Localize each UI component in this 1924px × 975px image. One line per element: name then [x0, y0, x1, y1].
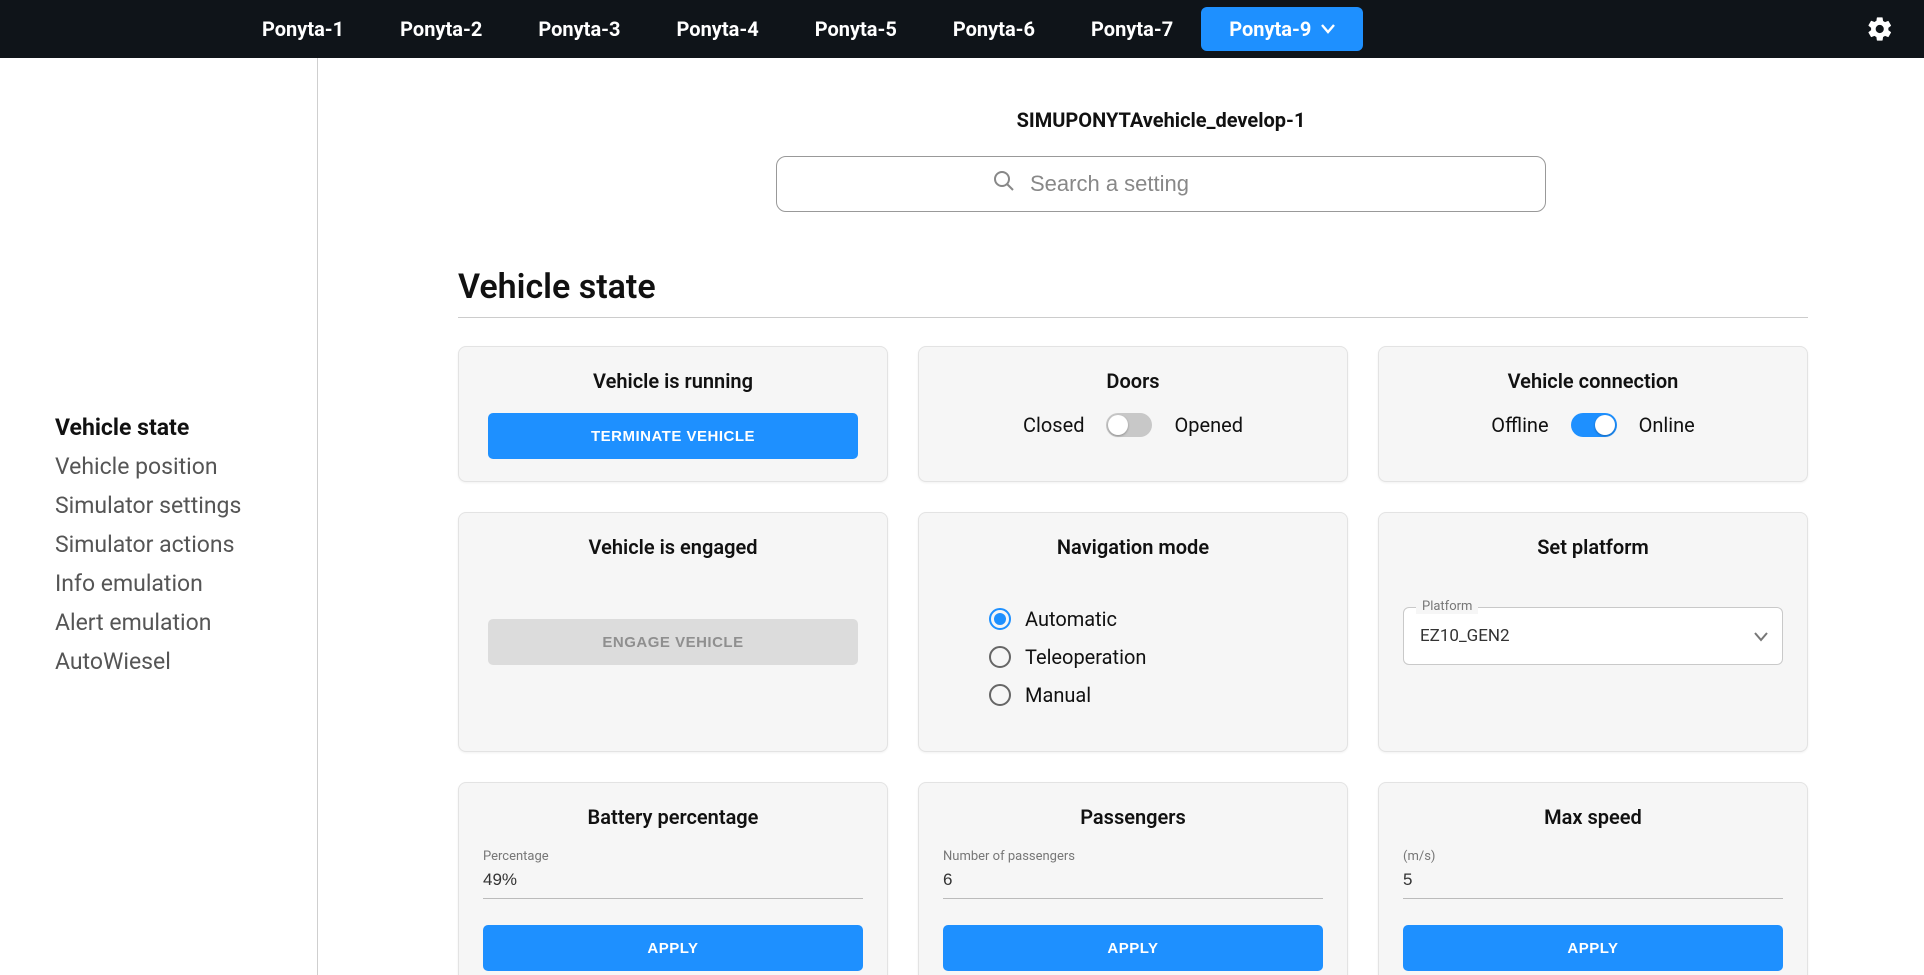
sidebar-item-info-emulation[interactable]: Info emulation — [55, 564, 317, 603]
platform-select-value: EZ10_GEN2 — [1420, 626, 1510, 646]
card-navigation-mode: Navigation mode Automatic Teleoperation … — [918, 512, 1348, 752]
doors-closed-label: Closed — [1023, 413, 1085, 437]
card-title: Vehicle is engaged — [483, 535, 863, 559]
radio-label: Automatic — [1025, 607, 1117, 631]
settings-gear-icon[interactable] — [1860, 9, 1900, 49]
search-icon — [992, 169, 1016, 199]
radio-icon — [989, 684, 1011, 706]
card-title: Max speed — [1403, 805, 1783, 829]
navmode-option-automatic[interactable]: Automatic — [989, 607, 1323, 631]
search-box[interactable] — [776, 156, 1546, 212]
sidebar-item-simulator-settings[interactable]: Simulator settings — [55, 486, 317, 525]
card-title: Navigation mode — [943, 535, 1323, 559]
maxspeed-field-label: (m/s) — [1403, 849, 1783, 864]
connection-offline-label: Offline — [1491, 413, 1548, 437]
card-title: Passengers — [943, 805, 1323, 829]
tab-ponyta-2[interactable]: Ponyta-2 — [372, 7, 510, 51]
card-vehicle-engaged: Vehicle is engaged ENGAGE VEHICLE — [458, 512, 888, 752]
connection-toggle[interactable] — [1571, 413, 1617, 437]
battery-apply-button[interactable]: APPLY — [483, 925, 863, 971]
maxspeed-apply-button[interactable]: APPLY — [1403, 925, 1783, 971]
card-max-speed: Max speed (m/s) APPLY — [1378, 782, 1808, 975]
tab-ponyta-6[interactable]: Ponyta-6 — [925, 7, 1063, 51]
navmode-option-teleoperation[interactable]: Teleoperation — [989, 645, 1323, 669]
card-battery-percentage: Battery percentage Percentage APPLY — [458, 782, 888, 975]
section-heading: Vehicle state — [458, 267, 1808, 318]
navmode-option-manual[interactable]: Manual — [989, 683, 1323, 707]
tab-ponyta-3[interactable]: Ponyta-3 — [510, 7, 648, 51]
nav-tabs: Ponyta-1 Ponyta-2 Ponyta-3 Ponyta-4 Pony… — [234, 7, 1363, 51]
tab-ponyta-1[interactable]: Ponyta-1 — [234, 7, 372, 51]
doors-toggle[interactable] — [1106, 413, 1152, 437]
tab-ponyta-9[interactable]: Ponyta-9 — [1201, 7, 1363, 51]
passengers-input[interactable] — [943, 864, 1323, 899]
card-title: Doors — [943, 369, 1323, 393]
passengers-field-label: Number of passengers — [943, 849, 1323, 864]
platform-field-label: Platform — [1416, 599, 1478, 614]
connection-online-label: Online — [1639, 413, 1695, 437]
passengers-apply-button[interactable]: APPLY — [943, 925, 1323, 971]
tab-ponyta-5[interactable]: Ponyta-5 — [787, 7, 925, 51]
card-set-platform: Set platform Platform EZ10_GEN2 — [1378, 512, 1808, 752]
vehicle-id-label: SIMUPONYTAvehicle_develop-1 — [458, 88, 1864, 156]
tab-ponyta-4[interactable]: Ponyta-4 — [649, 7, 787, 51]
sidebar: Vehicle state Vehicle position Simulator… — [0, 58, 318, 975]
card-vehicle-connection: Vehicle connection Offline Online — [1378, 346, 1808, 482]
sidebar-item-vehicle-position[interactable]: Vehicle position — [55, 447, 317, 486]
tab-ponyta-7[interactable]: Ponyta-7 — [1063, 7, 1201, 51]
tab-ponyta-9-label: Ponyta-9 — [1229, 17, 1311, 41]
caret-down-icon — [1321, 24, 1335, 34]
radio-icon — [989, 646, 1011, 668]
card-vehicle-running: Vehicle is running TERMINATE VEHICLE — [458, 346, 888, 482]
engage-vehicle-button: ENGAGE VEHICLE — [488, 619, 858, 665]
terminate-vehicle-button[interactable]: TERMINATE VEHICLE — [488, 413, 858, 459]
search-input[interactable] — [1030, 171, 1330, 197]
card-title: Vehicle connection — [1403, 369, 1783, 393]
card-title: Vehicle is running — [483, 369, 863, 393]
radio-label: Teleoperation — [1025, 645, 1146, 669]
card-title: Battery percentage — [483, 805, 863, 829]
card-doors: Doors Closed Opened — [918, 346, 1348, 482]
main-content: SIMUPONYTAvehicle_develop-1 Vehicle stat… — [318, 58, 1924, 975]
sidebar-item-vehicle-state[interactable]: Vehicle state — [55, 408, 317, 447]
maxspeed-input[interactable] — [1403, 864, 1783, 899]
sidebar-item-autowiesel[interactable]: AutoWiesel — [55, 642, 317, 681]
sidebar-item-simulator-actions[interactable]: Simulator actions — [55, 525, 317, 564]
battery-field-label: Percentage — [483, 849, 863, 864]
sidebar-item-alert-emulation[interactable]: Alert emulation — [55, 603, 317, 642]
doors-opened-label: Opened — [1174, 413, 1243, 437]
radio-label: Manual — [1025, 683, 1091, 707]
radio-icon — [989, 608, 1011, 630]
top-nav: Ponyta-1 Ponyta-2 Ponyta-3 Ponyta-4 Pony… — [0, 0, 1924, 58]
card-title: Set platform — [1403, 535, 1783, 559]
platform-select[interactable]: Platform EZ10_GEN2 — [1403, 607, 1783, 665]
chevron-down-icon — [1754, 627, 1768, 646]
card-passengers: Passengers Number of passengers APPLY — [918, 782, 1348, 975]
battery-input[interactable] — [483, 864, 863, 899]
